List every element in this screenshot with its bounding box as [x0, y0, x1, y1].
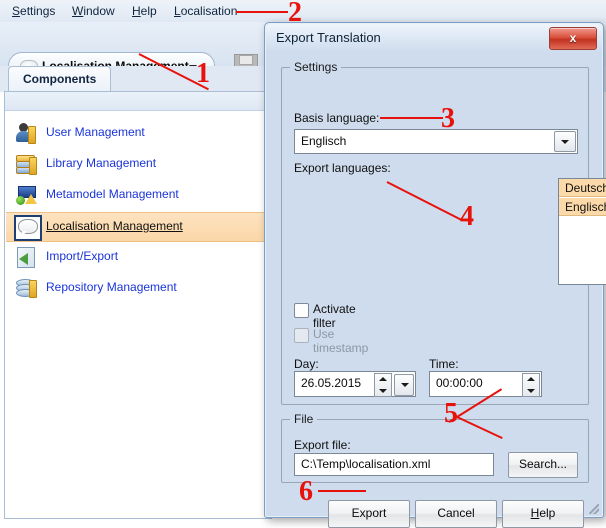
- menu-item-window[interactable]: Window: [68, 3, 119, 19]
- import-export-icon: [16, 247, 38, 268]
- time-field[interactable]: 00:00:00: [429, 371, 542, 397]
- dialog-title-bar: Export Translation x: [266, 24, 602, 52]
- sidebar-item-repository-management[interactable]: Repository Management: [6, 274, 270, 302]
- annotation-6: 6: [299, 476, 313, 507]
- export-languages-list[interactable]: Deutsch Englisch: [558, 178, 606, 285]
- annotation-4: 4: [460, 201, 474, 232]
- components-panel: User Management Library Management Metam…: [4, 91, 272, 519]
- basis-language-dropdown-icon[interactable]: [554, 131, 576, 152]
- time-value: 00:00:00: [436, 376, 483, 390]
- activate-filter-label: Activate filter: [313, 302, 356, 330]
- export-file-label-text: Export file:: [294, 438, 351, 452]
- file-groupbox-title: File: [290, 412, 318, 426]
- annotation-5: 5: [444, 398, 458, 429]
- annotation-line-6: [318, 490, 366, 492]
- day-dropdown-icon[interactable]: [394, 374, 414, 396]
- annotation-1: 1: [196, 58, 210, 89]
- user-management-icon: [16, 123, 38, 144]
- checkbox-icon: [294, 303, 309, 318]
- menu-item-settings[interactable]: Settings: [8, 3, 59, 19]
- help-button[interactable]: Help: [502, 500, 584, 528]
- sidebar-item-localisation-management[interactable]: Localisation Management: [6, 212, 270, 242]
- export-translation-dialog: Export Translation x Settings Basis lang…: [264, 22, 606, 528]
- sidebar-item-label: Metamodel Management: [46, 187, 179, 201]
- cancel-button[interactable]: Cancel: [415, 500, 497, 528]
- settings-groupbox-title: Settings: [290, 60, 342, 74]
- dialog-resize-handle[interactable]: [589, 504, 599, 514]
- localisation-management-icon: [14, 215, 42, 241]
- sidebar-item-user-management[interactable]: User Management: [6, 119, 270, 147]
- menu-item-help-label: elp: [140, 4, 157, 18]
- dialog-title: Export Translation: [276, 30, 381, 45]
- annotation-line-2: [236, 11, 288, 13]
- save-icon-shutter: [239, 55, 253, 65]
- day-value: 26.05.2015: [301, 376, 362, 390]
- close-icon-glyph: x: [569, 31, 577, 45]
- menu-item-window-label: indow: [83, 4, 115, 18]
- sidebar-item-label: User Management: [46, 125, 145, 139]
- annotation-3: 3: [441, 103, 455, 134]
- metamodel-management-icon: [16, 185, 38, 205]
- list-item[interactable]: Englisch: [559, 198, 606, 216]
- time-spinner[interactable]: [522, 373, 540, 397]
- annotation-line-3: [380, 117, 443, 119]
- basis-language-label: Basis language:: [294, 111, 380, 125]
- menu-item-localisation[interactable]: Localisation: [170, 3, 241, 19]
- checkbox-icon: [294, 328, 309, 343]
- basis-language-combo[interactable]: Englisch: [294, 129, 578, 154]
- menu-bar: Settings Window Help Localisation: [0, 0, 606, 23]
- day-field[interactable]: 26.05.2015: [294, 371, 416, 397]
- repository-management-icon: [16, 278, 38, 298]
- basis-language-value: Englisch: [301, 134, 347, 148]
- sidebar-item-library-management[interactable]: Library Management: [6, 150, 270, 178]
- time-label: Time:: [429, 357, 459, 371]
- menu-item-settings-label: ettings: [20, 4, 56, 18]
- export-languages-label: Export languages:: [294, 161, 391, 175]
- list-item[interactable]: Deutsch: [559, 179, 606, 197]
- use-timestamp-label: Use timestamp: [313, 327, 369, 355]
- menu-item-localisation-label: ocalisation: [180, 4, 238, 18]
- export-file-value: C:\Temp\localisation.xml: [301, 457, 431, 471]
- export-file-input[interactable]: C:\Temp\localisation.xml: [294, 453, 494, 476]
- sidebar-item-metamodel-management[interactable]: Metamodel Management: [6, 181, 270, 209]
- library-management-icon: [16, 154, 38, 175]
- menu-item-help[interactable]: Help: [128, 3, 161, 19]
- sidebar-item-label: Repository Management: [46, 280, 177, 294]
- annotation-2: 2: [288, 0, 302, 28]
- components-panel-header: [5, 92, 271, 111]
- export-button[interactable]: Export: [328, 500, 410, 528]
- export-file-label: Export file:: [294, 438, 351, 452]
- sidebar-item-label: Library Management: [46, 156, 157, 170]
- sidebar-item-label: Localisation Management: [46, 219, 183, 233]
- day-spinner[interactable]: [374, 373, 392, 397]
- tab-components[interactable]: Components: [8, 66, 112, 93]
- search-button[interactable]: Search...: [508, 452, 578, 478]
- day-label: Day:: [294, 357, 319, 371]
- sidebar-item-import-export[interactable]: Import/Export: [6, 243, 270, 271]
- close-icon[interactable]: x: [549, 27, 597, 50]
- sidebar-item-label: Import/Export: [46, 249, 119, 263]
